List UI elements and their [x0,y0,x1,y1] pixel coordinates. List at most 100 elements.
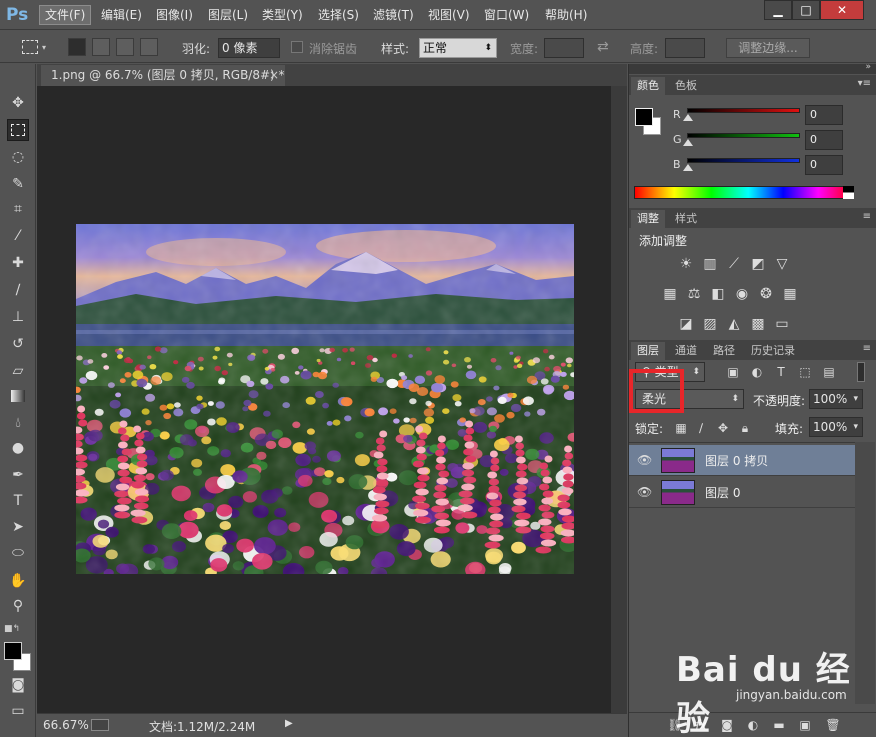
document-image[interactable] [76,224,574,574]
photo-filter-icon[interactable]: ◉ [733,286,751,302]
panel-menu-icon[interactable]: ▾≡ [858,78,871,89]
levels-icon[interactable]: ▥ [701,256,719,272]
menu-layer[interactable]: 图层(L) [203,5,253,25]
color-spectrum-bar[interactable] [634,186,854,199]
type-tool-icon[interactable]: T [7,490,29,512]
channel-b-value[interactable]: 0 [805,155,843,175]
channel-mixer-icon[interactable]: ❂ [757,286,775,302]
visibility-eye-icon[interactable]: 👁︎ [637,485,653,499]
menu-type[interactable]: 类型(Y) [257,5,308,25]
gradient-tool-icon[interactable] [7,385,29,407]
dropdown-arrow-icon[interactable]: ▾ [42,43,46,52]
zoom-tool-icon[interactable]: ⚲ [7,595,29,617]
hue-saturation-icon[interactable]: ▦ [661,286,679,302]
vertical-scrollbar[interactable] [611,86,627,713]
tab-adjustments[interactable]: 调整 [631,210,665,228]
eyedropper-tool-icon[interactable]: ⁄ [7,225,29,247]
antialias-checkbox[interactable] [291,41,303,53]
status-menu-arrow-icon[interactable]: ▶ [285,718,293,729]
menu-window[interactable]: 窗口(W) [479,5,534,25]
vibrance-icon[interactable]: ▽ [773,256,791,272]
invert-icon[interactable]: ◪ [677,316,695,332]
close-window-button[interactable]: ✕ [820,0,864,20]
channel-r-slider[interactable] [687,108,800,113]
lock-transparency-icon[interactable]: ▦ [673,420,689,436]
filter-type-icon[interactable]: T [773,364,789,380]
ellipse-tool-icon[interactable]: ⬭ [7,542,29,564]
feather-input[interactable]: 0 像素 [218,38,280,58]
selective-color-icon[interactable]: ▩ [749,316,767,332]
opacity-input[interactable]: 100% ▾ [809,389,863,409]
brush-tool-icon[interactable]: ∕ [7,279,29,301]
color-lookup-icon[interactable]: ▦ [781,286,799,302]
collapse-panels-icon[interactable]: » [865,62,871,72]
curves-icon[interactable]: ⟋ [725,256,743,272]
history-brush-tool-icon[interactable]: ↺ [7,333,29,355]
color-foreground-swatch[interactable] [635,108,653,126]
rect-marquee-tool-icon[interactable] [7,119,29,141]
foreground-color-swatch[interactable] [4,642,22,660]
filter-toggle[interactable] [857,362,865,382]
lasso-tool-icon[interactable]: ◌ [7,146,29,168]
channel-g-value[interactable]: 0 [805,130,843,150]
tab-paths[interactable]: 路径 [707,342,741,360]
tab-styles[interactable]: 样式 [669,210,703,228]
blur-tool-icon[interactable]: 💧︎ [7,412,29,434]
menu-select[interactable]: 选择(S) [313,5,364,25]
posterize-icon[interactable]: ▨ [701,316,719,332]
menu-help[interactable]: 帮助(H) [540,5,592,25]
visibility-eye-icon[interactable]: 👁︎ [637,453,653,467]
exposure-icon[interactable]: ◩ [749,256,767,272]
hand-tool-icon[interactable]: ✋ [7,570,29,592]
pen-tool-icon[interactable]: ✒ [7,464,29,486]
status-info-icon[interactable] [91,719,109,731]
close-tab-icon[interactable]: × [269,65,279,86]
layer-name[interactable]: 图层 0 拷贝 [705,452,768,469]
width-input[interactable] [544,38,584,58]
filter-adjustment-icon[interactable]: ◐ [749,364,765,380]
black-white-icon[interactable]: ◧ [709,286,727,302]
tab-channels[interactable]: 通道 [669,342,703,360]
quick-mask-icon[interactable]: ◙ [7,674,29,696]
clone-stamp-tool-icon[interactable]: ⊥ [7,306,29,328]
black-white-swatch[interactable] [843,186,854,199]
channel-g-thumb[interactable] [683,139,693,146]
color-balance-icon[interactable]: ⚖ [685,286,703,302]
fill-input[interactable]: 100% ▾ [809,417,863,437]
layer-row-copy[interactable]: 👁︎ 图层 0 拷贝 [629,445,855,476]
subtract-selection-icon[interactable] [116,38,134,56]
panel-menu-icon[interactable]: ≡ [863,211,871,222]
brightness-icon[interactable]: ☀ [677,256,695,272]
lock-all-icon[interactable]: 🔒︎ [737,420,753,436]
channel-g-slider[interactable] [687,133,800,138]
crop-tool-icon[interactable]: ⌗ [7,198,29,220]
menu-image[interactable]: 图像(I) [151,5,198,25]
quick-select-tool-icon[interactable]: ✎ [7,173,29,195]
tab-color[interactable]: 颜色 [631,77,665,95]
swap-icon[interactable]: ⇄ [597,39,609,55]
minimize-button[interactable]: ▁ [764,0,792,20]
screen-mode-icon[interactable]: ▭ [7,700,29,722]
move-tool-icon[interactable]: ✥ [7,92,29,114]
menu-edit[interactable]: 编辑(E) [96,5,147,25]
channel-b-slider[interactable] [687,158,800,163]
gradient-map-icon[interactable]: ▭ [773,316,791,332]
dodge-tool-icon[interactable]: ● [7,437,29,459]
eraser-tool-icon[interactable]: ▱ [7,360,29,382]
tab-layers[interactable]: 图层 [631,342,665,360]
style-select[interactable]: 正常 ⬍ [419,38,497,58]
tab-history[interactable]: 历史记录 [745,342,801,360]
filter-smart-object-icon[interactable]: ▤ [821,364,837,380]
menu-view[interactable]: 视图(V) [423,5,475,25]
layer-name[interactable]: 图层 0 [705,484,740,501]
path-select-tool-icon[interactable]: ➤ [7,516,29,538]
marquee-tool-icon[interactable] [22,40,38,54]
default-colors-icon[interactable]: ■↰ [4,624,20,634]
filter-shape-icon[interactable]: ⬚ [797,364,813,380]
healing-brush-tool-icon[interactable]: ✚ [7,252,29,274]
restore-button[interactable]: □ [792,0,820,20]
intersect-selection-icon[interactable] [140,38,158,56]
channel-r-thumb[interactable] [683,114,693,121]
layer-row-base[interactable]: 👁︎ 图层 0 [629,477,855,508]
lock-pixels-icon[interactable]: ∕ [693,420,709,436]
